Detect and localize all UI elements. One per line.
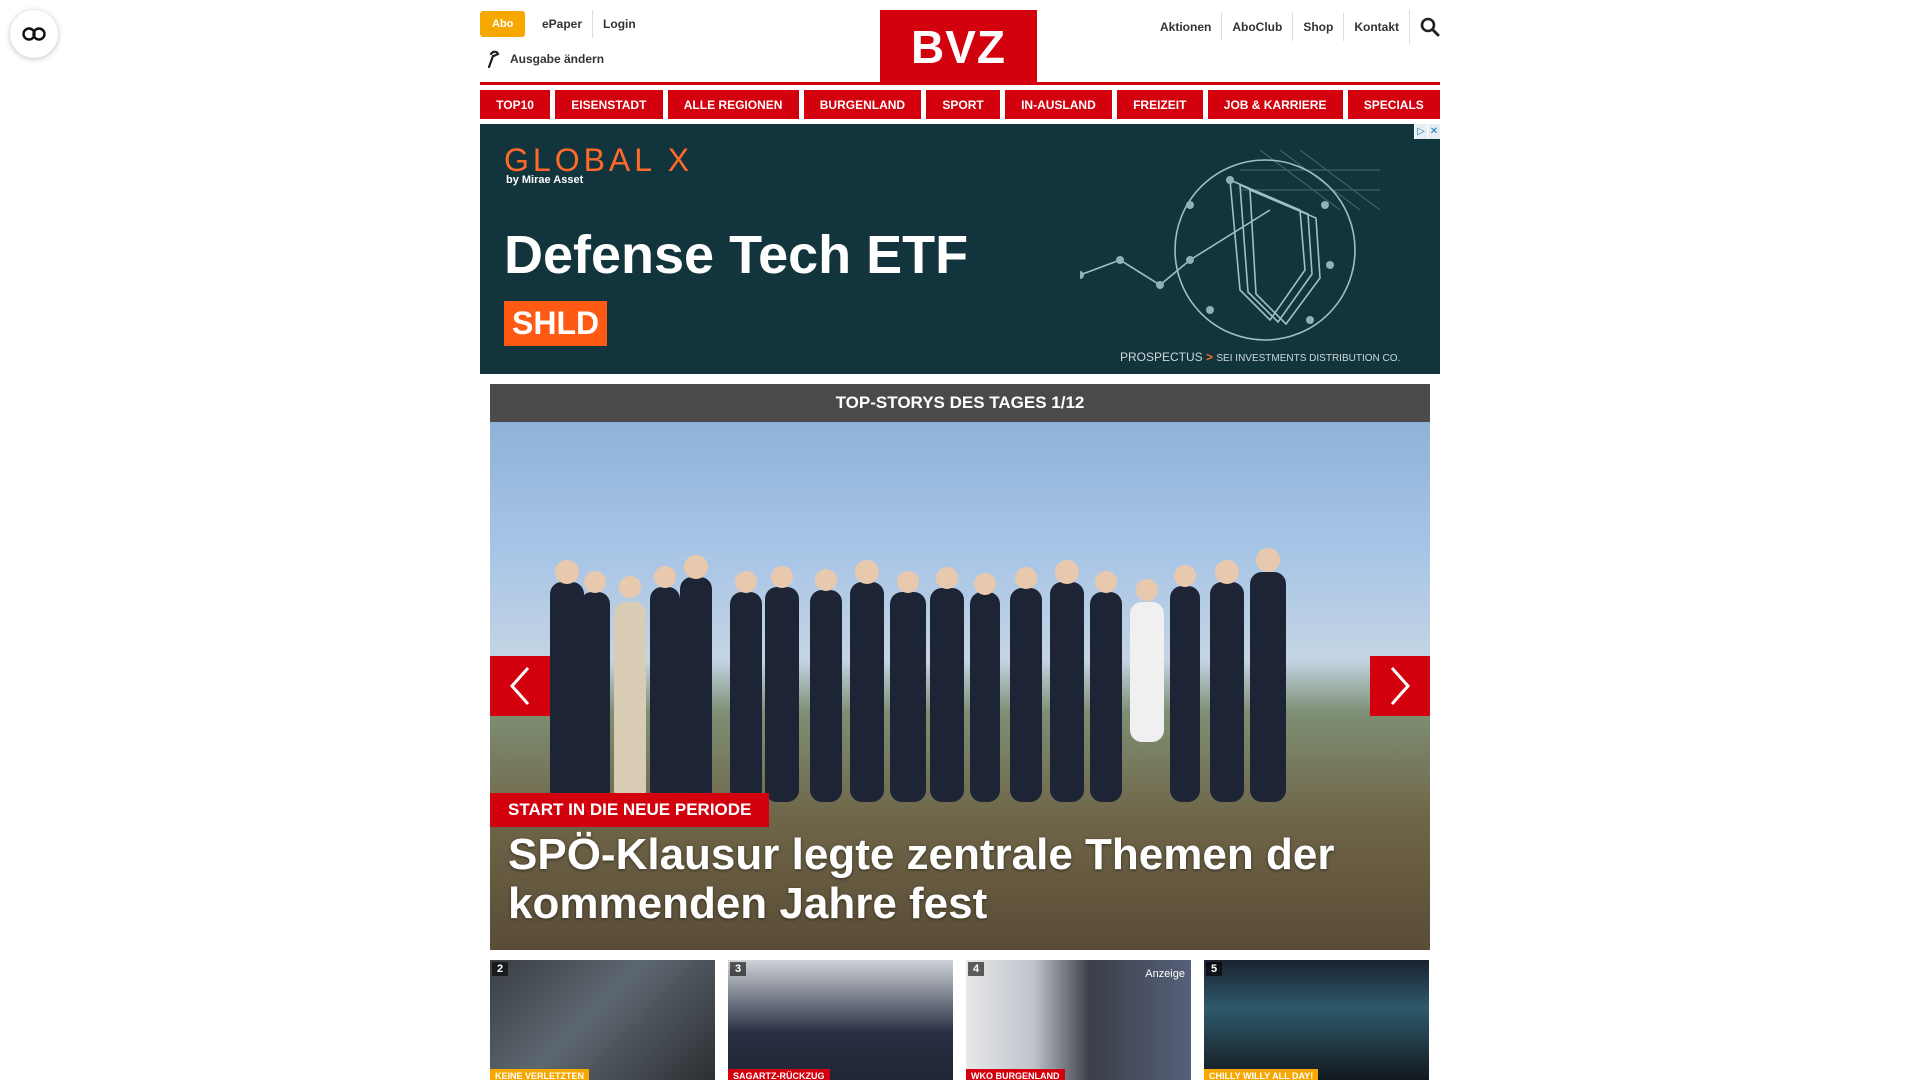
page-wrapper: Abo ePaper Login Ausgabe ändern BVZ Akti… <box>480 0 1440 1080</box>
thumb-tag: KEINE VERLETZTEN <box>490 1069 590 1080</box>
story-thumbnails: 2 KEINE VERLETZTEN 3 SAGARTZ-RÜCKZUG 4 A… <box>490 960 1430 1080</box>
header-divider <box>480 82 1440 85</box>
chevron-right-icon <box>1390 667 1411 705</box>
nav-item-burgenland[interactable]: BURGENLAND <box>803 90 922 119</box>
ad-banner[interactable]: GLOBAL X by Mirae Asset Defense Tech ETF… <box>480 124 1440 374</box>
hero-kicker: START IN DIE NEUE PERIODE <box>490 793 770 827</box>
top-links-right: Aktionen AboClub Shop Kontakt <box>1150 10 1440 44</box>
nav-item-job-karriere[interactable]: JOB & KARRIERE <box>1207 90 1343 119</box>
ad-close-icon[interactable]: ✕ <box>1427 124 1440 139</box>
nav-item-specials[interactable]: SPECIALS <box>1347 90 1440 119</box>
thumb-number: 4 <box>968 962 985 976</box>
ad-shield-graphic <box>1080 150 1381 341</box>
top-link-aktionen[interactable]: Aktionen <box>1150 13 1221 41</box>
edition-label: Ausgabe ändern <box>510 52 605 66</box>
chevron-left-icon <box>509 667 530 705</box>
nav-item-sport[interactable]: SPORT <box>926 90 1000 119</box>
top-links-left: ePaper Login <box>532 10 646 38</box>
login-link[interactable]: Login <box>592 10 646 38</box>
nav-item-alle-regionen[interactable]: ALLE REGIONEN <box>667 90 799 119</box>
story-thumb-3[interactable]: 3 SAGARTZ-RÜCKZUG <box>728 960 953 1080</box>
thumb-tag: CHILLY WILLY ALL DAY! <box>1204 1069 1319 1080</box>
nav-item-in-ausland[interactable]: IN-AUSLAND <box>1004 90 1112 119</box>
nav-item-freizeit[interactable]: FREIZEIT <box>1116 90 1203 119</box>
abo-button[interactable]: Abo <box>480 11 526 37</box>
accessibility-icon <box>22 27 46 41</box>
carousel-next-button[interactable] <box>1370 656 1430 716</box>
edition-pin-icon <box>487 50 500 68</box>
top-link-kontakt[interactable]: Kontakt <box>1343 13 1409 41</box>
adchoices-icon: ▷ <box>1414 124 1427 139</box>
site-header: Abo ePaper Login Ausgabe ändern BVZ Akti… <box>480 0 1440 86</box>
thumb-number: 3 <box>730 962 747 976</box>
top-stories: TOP-STORYS DES TAGES 1/12 START IN DIE N… <box>490 384 1430 1080</box>
bvz-logo[interactable]: BVZ <box>880 10 1037 83</box>
epaper-link[interactable]: ePaper <box>532 10 592 38</box>
accessibility-button[interactable] <box>10 10 58 58</box>
top-stories-heading: TOP-STORYS DES TAGES 1/12 <box>490 384 1430 422</box>
edition-switch[interactable]: Ausgabe ändern <box>486 50 604 68</box>
story-thumb-5[interactable]: 5 CHILLY WILLY ALL DAY! <box>1204 960 1429 1080</box>
search-button[interactable] <box>1409 10 1440 44</box>
hero-story[interactable]: START IN DIE NEUE PERIODE SPÖ-Klausur le… <box>490 422 1430 950</box>
nav-item-eisenstadt[interactable]: EISENSTADT <box>555 90 663 119</box>
story-thumb-4[interactable]: 4 Anzeige WKO BURGENLAND <box>966 960 1191 1080</box>
ad-prospectus-link[interactable]: PROSPECTUS <box>1120 350 1203 364</box>
ad-headline: Defense Tech ETF <box>504 225 969 285</box>
thumb-number: 5 <box>1206 962 1223 976</box>
top-link-shop[interactable]: Shop <box>1292 13 1343 41</box>
ad-footer-note: SEI INVESTMENTS DISTRIBUTION CO. <box>1216 353 1401 364</box>
hero-title[interactable]: SPÖ-Klausur legte zentrale Themen der ko… <box>508 830 1408 928</box>
hero-image <box>550 548 1286 802</box>
thumb-number: 2 <box>492 962 509 976</box>
ad-brand-sub: by Mirae Asset <box>506 174 584 186</box>
story-thumb-2[interactable]: 2 KEINE VERLETZTEN <box>490 960 715 1080</box>
ad-ticker: SHLD <box>504 301 608 346</box>
top-link-aboclub[interactable]: AboClub <box>1221 13 1292 41</box>
ad-choices-badge[interactable]: ▷ ✕ <box>1414 124 1440 139</box>
thumb-ad-label: Anzeige <box>1145 968 1185 980</box>
ad-footer-arrow: > <box>1206 350 1214 364</box>
main-nav: TOP10 EISENSTADT ALLE REGIONEN BURGENLAN… <box>480 90 1440 119</box>
thumb-tag: SAGARTZ-RÜCKZUG <box>728 1069 830 1080</box>
carousel-prev-button[interactable] <box>490 656 550 716</box>
nav-item-top10[interactable]: TOP10 <box>480 90 551 119</box>
search-icon <box>1420 17 1440 37</box>
thumb-tag: WKO BURGENLAND <box>966 1069 1065 1080</box>
ad-footer: PROSPECTUS > SEI INVESTMENTS DISTRIBUTIO… <box>1120 350 1400 364</box>
